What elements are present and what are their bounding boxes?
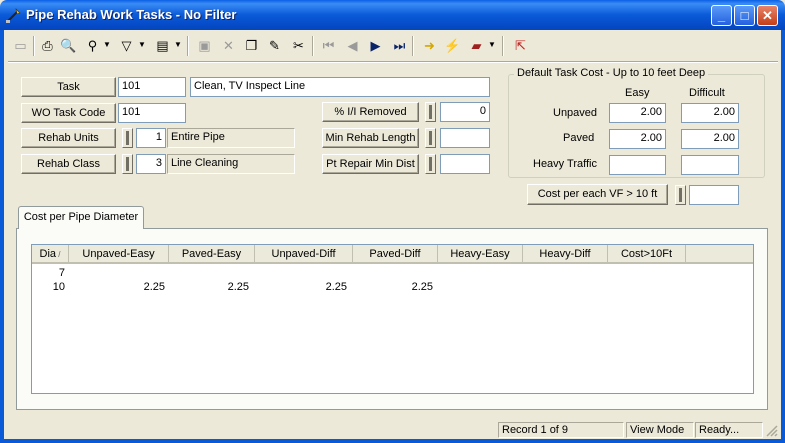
cost-grid[interactable]: Dia / Unpaved-Easy Paved-Easy Unpaved-Di… [31, 244, 754, 394]
column-header-unpaved-diff[interactable]: Unpaved-Diff [255, 245, 353, 264]
ii-removed-field[interactable]: 0 [440, 102, 490, 122]
heavy-easy-field[interactable] [609, 155, 666, 175]
cost-per-vf-slider[interactable] [675, 185, 686, 205]
paved-row-label: Paved [563, 132, 595, 144]
goto-icon[interactable]: ➜ [419, 35, 440, 56]
difficult-column-label: Difficult [689, 87, 725, 99]
toolbar: ▭ ⎙ 🔍 ⚲ ▼ ▽ ▼ ▤ ▼ ▣ ✕ ❐ ✎ ✂ ⏮ ◀ ▶ ⏭ ➜ ⚡ … [8, 33, 778, 59]
min-rehab-length-button[interactable]: Min Rehab Length [322, 128, 419, 148]
app-icon [6, 8, 21, 23]
status-bar-spacer [4, 422, 498, 438]
toolbar-separator [502, 36, 504, 56]
heavy-difficult-field[interactable] [681, 155, 739, 175]
rehab-class-value[interactable]: 3 [136, 154, 166, 174]
table-cell-dia[interactable]: 7 [32, 266, 65, 280]
resize-grip-icon[interactable] [765, 424, 779, 438]
column-header-heavy-diff[interactable]: Heavy-Diff [523, 245, 608, 264]
print-icon[interactable]: ⎙ [37, 35, 58, 56]
column-header-paved-easy[interactable]: Paved-Easy [169, 245, 255, 264]
books-dropdown-icon[interactable]: ▼ [488, 39, 496, 51]
unpaved-row-label: Unpaved [553, 107, 598, 119]
easy-column-label: Easy [625, 87, 650, 99]
find-icon[interactable]: ⚲ [82, 35, 103, 56]
cost-per-vf-button[interactable]: Cost per each VF > 10 ft [527, 184, 668, 205]
task-description-field[interactable]: Clean, TV Inspect Line [190, 77, 490, 97]
rehab-class-slider[interactable] [122, 154, 133, 174]
report-icon[interactable]: ▤ [152, 35, 173, 56]
status-record-count: Record 1 of 9 [498, 422, 624, 438]
table-cell-unpaved-diff[interactable]: 2.25 [255, 280, 347, 294]
rehab-units-text: Entire Pipe [167, 128, 295, 148]
delete-icon[interactable]: ✕ [218, 35, 239, 56]
status-state: Ready... [695, 422, 763, 438]
next-record-icon[interactable]: ▶ [365, 35, 386, 56]
toolbar-divider [8, 61, 778, 63]
pt-repair-min-dist-button[interactable]: Pt Repair Min Dist [322, 154, 419, 174]
paved-easy-field[interactable]: 2.00 [609, 129, 666, 149]
rehab-units-value[interactable]: 1 [136, 128, 166, 148]
pt-repair-field[interactable] [440, 154, 490, 174]
edit-icon[interactable]: ✎ [264, 35, 285, 56]
close-button[interactable]: ✕ [757, 5, 778, 26]
table-cell-paved-easy[interactable]: 2.25 [169, 280, 249, 294]
print-preview-icon[interactable]: 🔍 [58, 35, 79, 56]
column-header-cost-over-10ft[interactable]: Cost>10Ft [608, 245, 686, 264]
table-cell-paved-diff[interactable]: 2.25 [353, 280, 433, 294]
unpaved-difficult-field[interactable]: 2.00 [681, 103, 739, 123]
paved-difficult-field[interactable]: 2.00 [681, 129, 739, 149]
first-record-icon[interactable]: ⏮ [318, 35, 339, 56]
toolbar-separator [412, 36, 414, 56]
column-header-filler [686, 245, 753, 264]
rehab-units-slider[interactable] [122, 128, 133, 148]
wo-task-code-button[interactable]: WO Task Code [21, 103, 116, 123]
column-header-dia[interactable]: Dia / [32, 245, 69, 264]
maximize-button[interactable]: □ [734, 5, 755, 26]
min-rehab-length-field[interactable] [440, 128, 490, 148]
action-icon[interactable]: ⚡ [442, 35, 463, 56]
copy-icon[interactable]: ❐ [241, 35, 262, 56]
status-mode: View Mode [626, 422, 694, 438]
last-record-icon[interactable]: ⏭ [389, 35, 410, 56]
previous-record-icon[interactable]: ◀ [342, 35, 363, 56]
table-cell-dia[interactable]: 10 [32, 280, 65, 294]
save-icon[interactable]: ▣ [194, 35, 215, 56]
task-button[interactable]: Task [21, 77, 116, 97]
window-frame-right [781, 30, 785, 443]
table-cell-unpaved-easy[interactable]: 2.25 [69, 280, 165, 294]
toolbar-separator [312, 36, 314, 56]
minimize-button[interactable]: _ [711, 5, 732, 26]
report-dropdown-icon[interactable]: ▼ [174, 39, 182, 51]
ii-removed-slider[interactable] [425, 102, 436, 122]
find-dropdown-icon[interactable]: ▼ [103, 39, 111, 51]
window-title: Pipe Rehab Work Tasks - No Filter [26, 7, 237, 22]
pt-repair-slider[interactable] [425, 154, 436, 174]
column-header-heavy-easy[interactable]: Heavy-Easy [438, 245, 523, 264]
toolbar-separator [33, 36, 35, 56]
books-icon[interactable]: ▰ [466, 35, 487, 56]
column-header-unpaved-easy[interactable]: Unpaved-Easy [69, 245, 169, 264]
rehab-class-button[interactable]: Rehab Class [21, 154, 116, 174]
tab-cost-per-pipe-diameter[interactable]: Cost per Pipe Diameter [18, 206, 144, 229]
cut-icon[interactable]: ✂ [288, 35, 309, 56]
window-frame-left [0, 30, 4, 443]
filter-dropdown-icon[interactable]: ▼ [138, 39, 146, 51]
toolbar-separator [187, 36, 189, 56]
default-task-cost-title: Default Task Cost - Up to 10 feet Deep [514, 67, 709, 79]
column-header-paved-diff[interactable]: Paved-Diff [353, 245, 438, 264]
rehab-class-text: Line Cleaning [167, 154, 295, 174]
unpaved-easy-field[interactable]: 2.00 [609, 103, 666, 123]
filter-icon[interactable]: ▽ [116, 35, 137, 56]
cost-per-vf-field[interactable] [689, 185, 739, 205]
task-code-field[interactable]: 101 [118, 77, 186, 97]
rehab-units-button[interactable]: Rehab Units [21, 128, 116, 148]
heavy-traffic-row-label: Heavy Traffic [533, 158, 597, 170]
window-frame-bottom [0, 439, 785, 443]
exit-icon[interactable]: ⇱ [510, 35, 531, 56]
ii-removed-button[interactable]: % I/I Removed [322, 102, 419, 122]
wo-task-code-field[interactable]: 101 [118, 103, 186, 123]
min-rehab-length-slider[interactable] [425, 128, 436, 148]
new-icon[interactable]: ▭ [10, 35, 31, 56]
